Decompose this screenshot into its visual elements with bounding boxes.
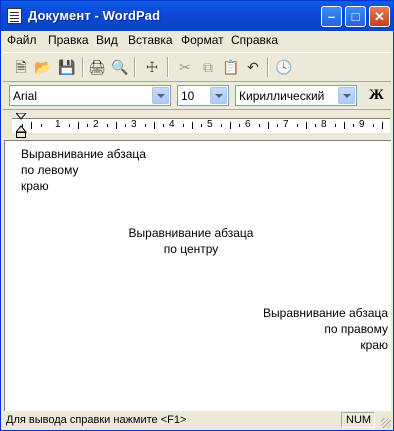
close-button[interactable]: ✕ xyxy=(369,6,390,27)
ruler-tick xyxy=(277,124,278,127)
text-line: Выравнивание абзаца xyxy=(128,226,254,240)
toolbar-separator xyxy=(134,57,136,77)
ruler-number: 9 xyxy=(359,119,365,130)
new-document-icon[interactable]: 🗎 xyxy=(11,57,31,77)
ruler-tick xyxy=(201,124,202,127)
document-editor[interactable]: Выравнивание абзаца по левому краю Вырав… xyxy=(4,140,391,411)
ruler-tick xyxy=(344,122,345,129)
chevron-down-icon[interactable] xyxy=(338,87,355,104)
text-line: Выравнивание абзаца xyxy=(263,306,388,320)
print-icon[interactable]: 🖨 xyxy=(87,57,107,77)
print-preview-icon[interactable]: 🔍 xyxy=(110,57,130,77)
resize-grip-icon[interactable] xyxy=(381,418,391,428)
ruler-tick xyxy=(315,124,316,127)
ruler-tick xyxy=(297,124,298,127)
indent-marker-icon[interactable] xyxy=(16,113,27,139)
num-lock-indicator: NUM xyxy=(341,412,375,428)
menu-help[interactable]: Справка xyxy=(231,33,278,47)
ruler-tick xyxy=(382,122,383,129)
text-line: по правому xyxy=(324,322,388,336)
text-line: по левому xyxy=(21,163,79,177)
ruler-tick xyxy=(125,124,126,127)
paragraph-center-aligned: Выравнивание абзаца по центру xyxy=(101,225,281,257)
toolbar-separator xyxy=(82,57,84,77)
menu-view[interactable]: Вид xyxy=(96,33,118,47)
ruler-tick xyxy=(154,122,155,129)
minimize-button[interactable]: – xyxy=(321,6,342,27)
ruler-number: 8 xyxy=(321,119,327,130)
ruler-tick xyxy=(31,122,32,129)
status-text: Для вывода справки нажмите <F1> xyxy=(6,414,187,426)
paragraph-left-aligned: Выравнивание абзаца по левому краю xyxy=(21,146,146,194)
chevron-down-icon[interactable] xyxy=(152,87,169,104)
ruler-tick xyxy=(268,122,269,129)
window-title: Документ - WordPad xyxy=(28,8,161,23)
text-line: краю xyxy=(360,338,388,352)
ruler-tick xyxy=(107,124,108,127)
ruler-tick xyxy=(192,122,193,129)
ruler-number: 5 xyxy=(207,119,213,130)
ruler-number: 2 xyxy=(93,119,99,130)
undo-icon[interactable]: ↶ xyxy=(243,57,263,77)
wordpad-app-icon[interactable] xyxy=(7,8,22,24)
maximize-button[interactable]: □ xyxy=(345,6,366,27)
ruler-tick xyxy=(116,122,117,129)
status-bar: Для вывода справки нажмите <F1> NUM xyxy=(1,411,393,430)
menu-format[interactable]: Формат xyxy=(181,33,224,47)
format-bar: Arial 10 Кириллический Ж xyxy=(3,82,391,110)
menu-insert[interactable]: Вставка xyxy=(128,33,173,47)
ruler-tick xyxy=(353,124,354,127)
ruler-tick xyxy=(335,124,336,127)
bold-button[interactable]: Ж xyxy=(369,87,384,104)
ruler-tick xyxy=(221,124,222,127)
font-size-select[interactable]: 10 xyxy=(177,85,229,106)
find-binoculars-icon[interactable]: ☩ xyxy=(142,57,162,77)
ruler-number: 6 xyxy=(245,119,251,130)
toolbar-separator xyxy=(267,57,269,77)
paste-icon[interactable]: 📋 xyxy=(221,57,241,77)
ruler-tick xyxy=(239,124,240,127)
text-line: по центру xyxy=(163,242,219,256)
toolbar-separator xyxy=(167,57,169,77)
ruler-number: 4 xyxy=(169,119,175,130)
ruler-number: 7 xyxy=(283,119,289,130)
ruler-tick xyxy=(69,124,70,127)
title-bar[interactable]: Документ - WordPad – □ ✕ xyxy=(1,1,393,31)
ruler-strip: 1 2 3 4 5 6 7 8 9 xyxy=(12,118,390,133)
ruler[interactable]: 1 2 3 4 5 6 7 8 9 xyxy=(4,111,390,139)
ruler-tick xyxy=(183,124,184,127)
chevron-down-icon[interactable] xyxy=(210,87,227,104)
copy-icon[interactable]: ⧉ xyxy=(198,57,218,77)
script-value: Кириллический xyxy=(239,89,325,103)
font-size-value: 10 xyxy=(181,89,195,103)
ruler-tick xyxy=(41,124,42,127)
ruler-tick xyxy=(259,124,260,127)
ruler-tick xyxy=(145,124,146,127)
ruler-tick xyxy=(230,122,231,129)
ruler-tick xyxy=(163,124,164,127)
ruler-number: 3 xyxy=(131,119,137,130)
font-name-select[interactable]: Arial xyxy=(9,85,171,106)
ruler-tick xyxy=(78,122,79,129)
font-name-value: Arial xyxy=(13,89,38,103)
wordpad-window: Документ - WordPad – □ ✕ Файл Правка Вид… xyxy=(0,0,394,431)
save-disk-icon[interactable]: 💾 xyxy=(57,57,77,77)
menu-file[interactable]: Файл xyxy=(7,33,37,47)
ruler-tick xyxy=(87,124,88,127)
cut-scissors-icon[interactable]: ✂ xyxy=(175,57,195,77)
ruler-tick xyxy=(373,124,374,127)
standard-toolbar: 🗎 📂 💾 🖨 🔍 ☩ ✂ ⧉ 📋 ↶ 🕓 xyxy=(3,52,391,82)
ruler-tick xyxy=(306,122,307,129)
insert-datetime-icon[interactable]: 🕓 xyxy=(274,57,294,77)
text-line: Выравнивание абзаца xyxy=(21,147,146,161)
open-folder-icon[interactable]: 📂 xyxy=(33,57,53,77)
menu-edit[interactable]: Правка xyxy=(48,33,89,47)
menu-bar: Файл Правка Вид Вставка Формат Справка xyxy=(1,31,393,50)
ruler-number: 1 xyxy=(55,119,61,130)
script-select[interactable]: Кириллический xyxy=(235,85,357,106)
text-line: краю xyxy=(21,179,49,193)
paragraph-right-aligned: Выравнивание абзаца по правому краю xyxy=(263,305,388,353)
